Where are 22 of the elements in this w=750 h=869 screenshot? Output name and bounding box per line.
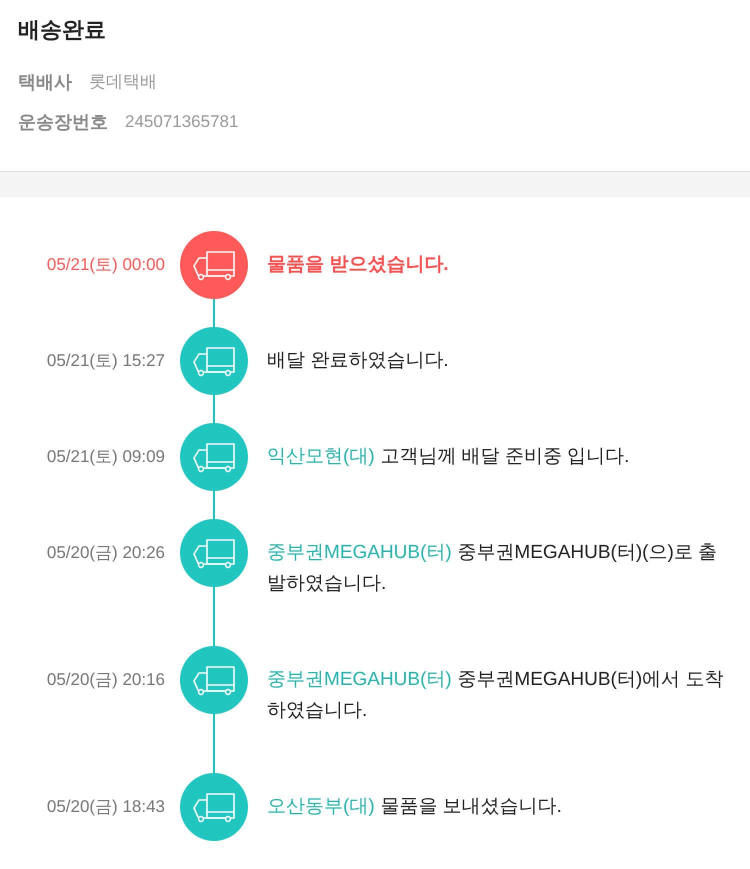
event-time: 05/21(토) 09:09 bbox=[46, 446, 165, 468]
field-value: 245071365781 bbox=[125, 111, 238, 134]
event-message: 중부권MEGAHUB(터) 중부권MEGAHUB(터)(으)로 출발하였습니다. bbox=[267, 541, 718, 596]
timeline-connector bbox=[213, 395, 215, 423]
event-message: 익산모현(대) 고객님께 배달 준비중 입니다. bbox=[267, 445, 630, 469]
event-time: 05/20(금) 18:43 bbox=[46, 796, 165, 818]
event-time: 05/21(토) 00:00 bbox=[46, 254, 165, 276]
event-time: 05/21(토) 15:27 bbox=[46, 350, 165, 372]
field-label: 택배사 bbox=[18, 70, 72, 94]
timeline-connector bbox=[213, 587, 215, 646]
timeline-connector bbox=[213, 491, 215, 519]
event-message: 중부권MEGAHUB(터) 중부권MEGAHUB(터)에서 도착하였습니다. bbox=[267, 668, 724, 723]
field-label: 운송장번호 bbox=[18, 110, 108, 134]
event-time: 05/20(금) 20:26 bbox=[46, 542, 165, 564]
event-message: 배달 완료하였습니다. bbox=[267, 349, 450, 373]
event-message: 물품을 받으셨습니다. bbox=[267, 253, 450, 277]
delivery-status-title: 배송완료 bbox=[18, 16, 106, 44]
event-time: 05/20(금) 20:16 bbox=[46, 669, 165, 691]
event-message: 오산동부(대) 물품을 보내셨습니다. bbox=[267, 795, 563, 819]
timeline-connector bbox=[213, 299, 215, 327]
field-value: 롯데택배 bbox=[89, 71, 157, 94]
timeline-connector bbox=[213, 714, 215, 773]
